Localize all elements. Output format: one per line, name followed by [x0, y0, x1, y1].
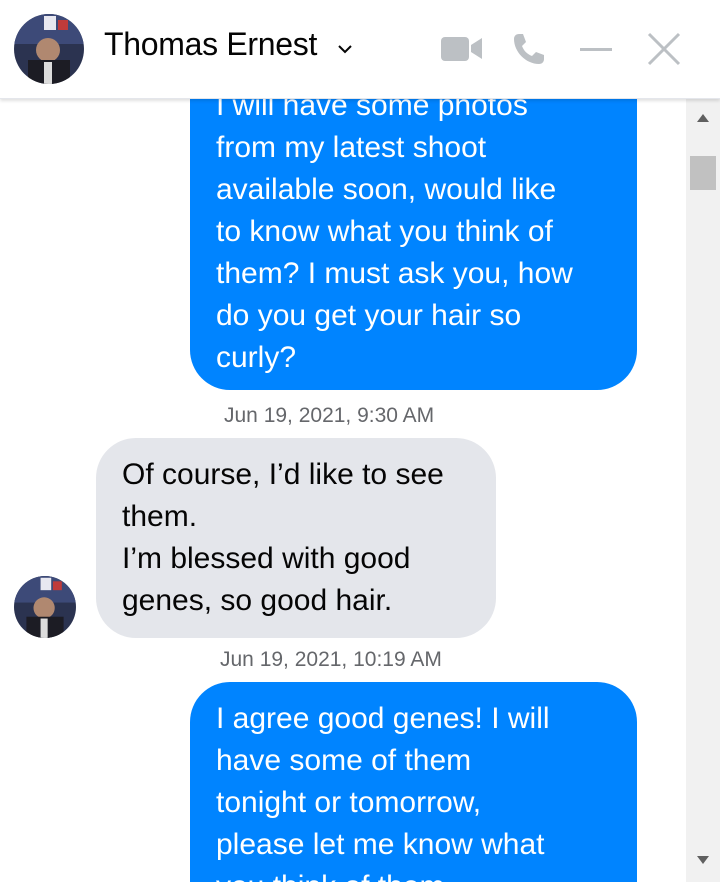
contact-name[interactable]: Thomas Ernest [104, 26, 317, 63]
message-list[interactable]: I will have some photos from my latest s… [0, 99, 686, 882]
scroll-down-arrow-icon[interactable] [696, 855, 710, 865]
outgoing-message[interactable]: I will have some photos from my latest s… [190, 99, 637, 390]
contact-avatar-small[interactable] [14, 576, 76, 638]
incoming-message[interactable]: Of course, I’d like to see them. I’m ble… [96, 438, 496, 638]
minimize-icon[interactable] [577, 34, 615, 64]
contact-avatar[interactable] [14, 14, 84, 84]
chevron-down-icon[interactable] [335, 42, 355, 56]
message-timestamp: Jun 19, 2021, 10:19 AM [220, 648, 442, 671]
close-icon[interactable] [643, 28, 685, 70]
chat-header: Thomas Ernest [0, 0, 720, 99]
outgoing-message[interactable]: I agree good genes! I will have some of … [190, 682, 637, 882]
scrollbar[interactable] [686, 99, 720, 882]
video-camera-icon[interactable] [440, 32, 484, 64]
message-timestamp: Jun 19, 2021, 9:30 AM [224, 404, 435, 427]
phone-icon[interactable] [510, 30, 548, 68]
scrollbar-thumb[interactable] [690, 156, 716, 190]
scroll-up-arrow-icon[interactable] [696, 113, 710, 123]
